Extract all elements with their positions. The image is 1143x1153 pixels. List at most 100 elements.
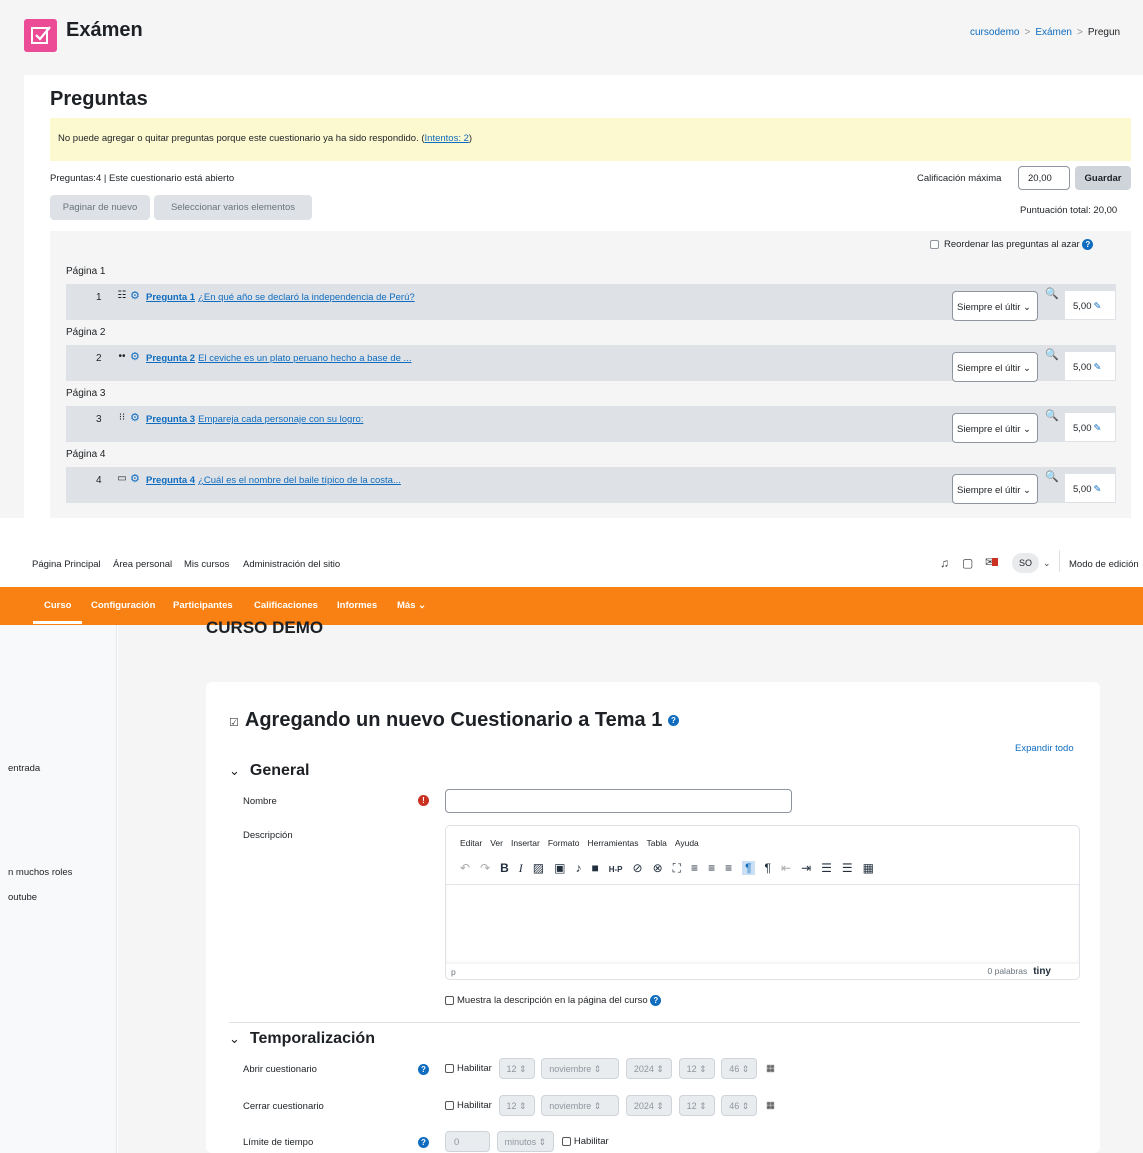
question-link[interactable]: Pregunta 2 El ceviche es un plato peruano… [146,353,411,364]
menu-table[interactable]: Tabla [647,838,667,848]
max-grade-input[interactable]: 20,00 [1018,166,1070,190]
save-button[interactable]: Guardar [1075,166,1131,190]
italic-icon[interactable]: I [519,861,523,876]
name-input[interactable] [445,789,792,813]
align-right-icon[interactable]: ≡ [725,861,732,875]
help-icon[interactable]: ? [418,1064,429,1075]
breadcrumb-item-quiz[interactable]: Exámen [1035,27,1072,38]
question-link[interactable]: Pregunta 1 ¿En qué año se declaró la inde… [146,292,415,303]
calendar-icon[interactable]: ▦ [766,1100,775,1111]
edit-mode-toggle[interactable]: Modo de edición [1069,559,1139,570]
menu-view[interactable]: Ver [490,838,503,848]
tab-grades[interactable]: Calificaciones [254,600,318,611]
breadcrumb-item-questions[interactable]: Pregun [1088,27,1120,38]
tab-more[interactable]: Más ⌄ [397,600,426,611]
undo-icon[interactable]: ↶ [460,861,470,875]
editor-content-area[interactable] [446,884,1079,964]
section-general[interactable]: ⌄ General [229,762,310,780]
gear-icon[interactable]: ⚙ [130,411,140,424]
h5p-icon[interactable]: H-P [609,865,623,874]
indent-icon[interactable]: ⇥ [801,861,811,875]
rich-text-editor[interactable]: Editar Ver Insertar Formato Herramientas Tabl… [445,825,1080,980]
question-dependency-select[interactable]: Siempre el últir ⌄ [952,352,1038,382]
month-select[interactable]: noviembre ⇕ [541,1095,620,1116]
course-index-item[interactable]: outube [8,892,37,903]
nav-site-admin[interactable]: Administración del sitio [243,559,340,570]
preview-icon[interactable]: 🔍 [1045,470,1059,483]
tab-course[interactable]: Curso [44,600,71,611]
preview-icon[interactable]: 🔍 [1045,409,1059,422]
day-select[interactable]: 12 ⇕ [498,1095,535,1116]
question-mark[interactable]: 5,00 ✎ [1065,291,1115,319]
unlink-icon[interactable]: ⊗ [653,861,663,875]
chevron-down-icon[interactable]: ⌄ [1043,558,1051,569]
enable-time-limit-checkbox[interactable] [561,1137,571,1146]
media-icon[interactable]: ▣ [554,861,565,875]
video-icon[interactable]: ■ [591,861,598,875]
day-select[interactable]: 12 ⇕ [498,1058,535,1079]
align-center-icon[interactable]: ≡ [708,861,715,875]
select-multiple-button[interactable]: Seleccionar varios elementos [154,195,312,220]
time-unit-select[interactable]: minutos ⇕ [496,1131,555,1152]
enable-close-checkbox[interactable] [445,1101,454,1110]
enable-open-checkbox[interactable] [445,1064,454,1073]
section-timing[interactable]: ⌄ Temporalización [229,1030,375,1048]
question-link[interactable]: Pregunta 4 ¿Cuál es el nombre del baile t… [146,475,401,486]
menu-insert[interactable]: Insertar [511,838,540,848]
numbered-list-icon[interactable]: ☰ [842,861,853,875]
help-icon[interactable]: ? [650,995,662,1006]
redo-icon[interactable]: ↷ [480,861,490,875]
question-dependency-select[interactable]: Siempre el últir ⌄ [952,413,1038,443]
year-select[interactable]: 2024 ⇕ [625,1058,672,1079]
image-icon[interactable]: ▨ [533,861,544,875]
expand-all-link[interactable]: Expandir todo [1015,743,1074,754]
show-description-option[interactable]: Muestra la descripción en la página del … [445,995,662,1006]
menu-format[interactable]: Formato [548,838,580,848]
show-description-checkbox[interactable] [445,996,454,1005]
bold-icon[interactable]: B [500,861,509,875]
breadcrumb-item-course[interactable]: cursodemo [970,27,1019,38]
outdent-icon[interactable]: ⇤ [781,861,791,875]
help-icon[interactable]: ? [667,715,679,727]
question-dependency-select[interactable]: Siempre el últir ⌄ [952,474,1038,504]
course-index-item[interactable]: entrada [8,763,40,774]
bell-icon[interactable]: ♫ [940,556,949,570]
question-dependency-select[interactable]: Siempre el últir ⌄ [952,291,1038,321]
gear-icon[interactable]: ⚙ [130,472,140,485]
gear-icon[interactable]: ⚙ [130,350,140,363]
avatar[interactable]: SO [1012,553,1039,573]
gear-icon[interactable]: ⚙ [130,289,140,302]
tab-reports[interactable]: Informes [337,600,377,611]
tab-settings[interactable]: Configuración [91,600,155,611]
preview-icon[interactable]: 🔍 [1045,287,1059,300]
help-icon[interactable]: ? [418,1137,429,1148]
preview-icon[interactable]: 🔍 [1045,348,1059,361]
question-mark[interactable]: 5,00 ✎ [1065,474,1115,502]
chat-icon[interactable]: ▢ [962,556,973,570]
rtl-icon[interactable]: ¶ [765,861,771,875]
shuffle-checkbox[interactable] [930,240,939,249]
repaginate-button[interactable]: Paginar de nuevo [50,195,150,220]
question-mark[interactable]: 5,00 ✎ [1065,352,1115,380]
microphone-icon[interactable]: ♪ [575,861,581,875]
tab-participants[interactable]: Participantes [173,600,233,611]
hour-select[interactable]: 12 ⇕ [678,1095,715,1116]
nav-my-courses[interactable]: Mis cursos [184,559,229,570]
help-icon[interactable]: ? [1082,239,1094,250]
menu-edit[interactable]: Editar [460,838,482,848]
question-mark[interactable]: 5,00 ✎ [1065,413,1115,441]
year-select[interactable]: 2024 ⇕ [625,1095,672,1116]
nav-dashboard[interactable]: Área personal [113,559,172,570]
bullet-list-icon[interactable]: ☰ [821,861,832,875]
menu-tools[interactable]: Herramientas [587,838,638,848]
shuffle-toggle[interactable]: Reordenar las preguntas al azar ? [930,239,1094,250]
time-limit-input[interactable]: 0 [445,1131,490,1152]
minute-select[interactable]: 46 ⇕ [721,1058,758,1079]
calculator-icon[interactable]: ▦ [863,861,874,875]
month-select[interactable]: noviembre ⇕ [541,1058,620,1079]
mail-icon[interactable]: ✉ [985,555,999,569]
question-link[interactable]: Pregunta 3 Empareja cada personaje con su… [146,414,363,425]
attempts-link[interactable]: Intentos: 2 [425,133,469,144]
course-index-item[interactable]: n muchos roles [8,867,72,878]
fullscreen-icon[interactable]: ⛶ [673,861,681,876]
